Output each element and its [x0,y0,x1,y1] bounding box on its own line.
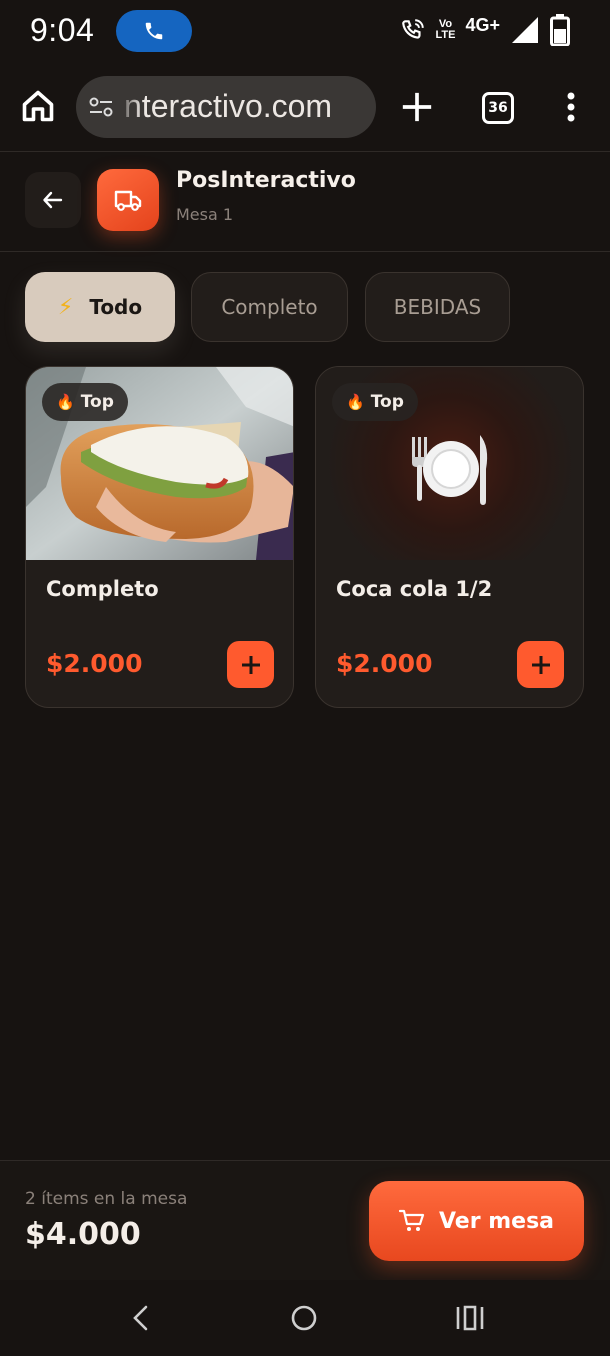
product-name: Completo [46,577,159,601]
signal-icon [512,17,538,43]
wifi-calling-icon [401,19,424,39]
cart-total: $4.000 [25,1217,141,1252]
view-table-label: Ver mesa [438,1208,555,1234]
fire-icon: 🔥 [346,393,365,411]
cart-icon [398,1209,425,1233]
badge-label: Top [80,392,114,412]
plate-cutlery-icon [412,435,488,505]
status-icons: Vo LTE 4G+ [400,14,571,46]
toolbar-divider [0,151,610,152]
product-card[interactable]: 🔥 Top Completo $2.000 [25,366,294,708]
product-card[interactable]: 🔥 Top Coca cola 1/2 $2.000 [315,366,584,708]
product-price: $2.000 [336,649,433,678]
view-table-button[interactable]: Ver mesa [369,1181,584,1261]
site-settings-icon[interactable] [88,94,114,120]
header-divider [0,251,610,252]
items-count: 2 ítems en la mesa [25,1189,188,1209]
tab-label: Completo [221,295,318,319]
nav-recents-icon[interactable] [456,1304,484,1332]
add-to-table-button[interactable] [517,641,564,688]
tab-label: Todo [89,295,143,319]
volte-indicator: Vo LTE [436,19,456,41]
tab-completo[interactable]: Completo [191,272,348,342]
badge-label: Top [370,392,404,412]
url-text: nteractivo.com [124,88,333,124]
plus-icon [241,655,260,674]
tab-label: BEBIDAS [393,295,482,319]
app-title: PosInteractivo [176,168,356,193]
app-logo [97,169,159,231]
delivery-truck-icon [114,190,142,211]
product-price: $2.000 [46,649,143,678]
url-fade [116,76,142,138]
cart-summary-bar: 2 ítems en la mesa $4.000 Ver mesa [0,1160,610,1281]
plus-icon [531,655,550,674]
phone-icon [145,22,163,40]
add-to-table-button[interactable] [227,641,274,688]
nav-home-icon[interactable] [290,1304,318,1332]
fire-icon: 🔥 [56,393,75,411]
network-type: 4G+ [465,14,500,35]
battery-icon [550,14,570,46]
browser-toolbar: nteractivo.com 36 [0,70,610,148]
status-time: 9:04 [30,12,95,48]
product-name: Coca cola 1/2 [336,577,493,601]
home-icon[interactable] [20,88,56,124]
lightning-icon: ⚡ [57,294,74,320]
tab-todo[interactable]: ⚡ Todo [25,272,175,342]
status-bar: 9:04 Vo LTE 4G+ [0,0,610,62]
volte-bottom-label: LTE [435,29,456,41]
ongoing-call-pill[interactable] [116,10,192,52]
table-label: Mesa 1 [176,205,234,224]
top-badge: 🔥 Top [42,383,128,421]
arrow-left-icon [43,191,63,209]
tab-switcher-button[interactable]: 36 [482,92,514,124]
new-tab-icon[interactable] [400,90,434,124]
back-button[interactable] [25,172,81,228]
more-menu-icon[interactable] [566,92,576,126]
system-nav-bar [0,1280,610,1356]
nav-back-icon[interactable] [130,1304,152,1332]
tab-bebidas[interactable]: BEBIDAS [365,272,510,342]
top-badge: 🔥 Top [332,383,418,421]
address-bar[interactable]: nteractivo.com [76,76,376,138]
